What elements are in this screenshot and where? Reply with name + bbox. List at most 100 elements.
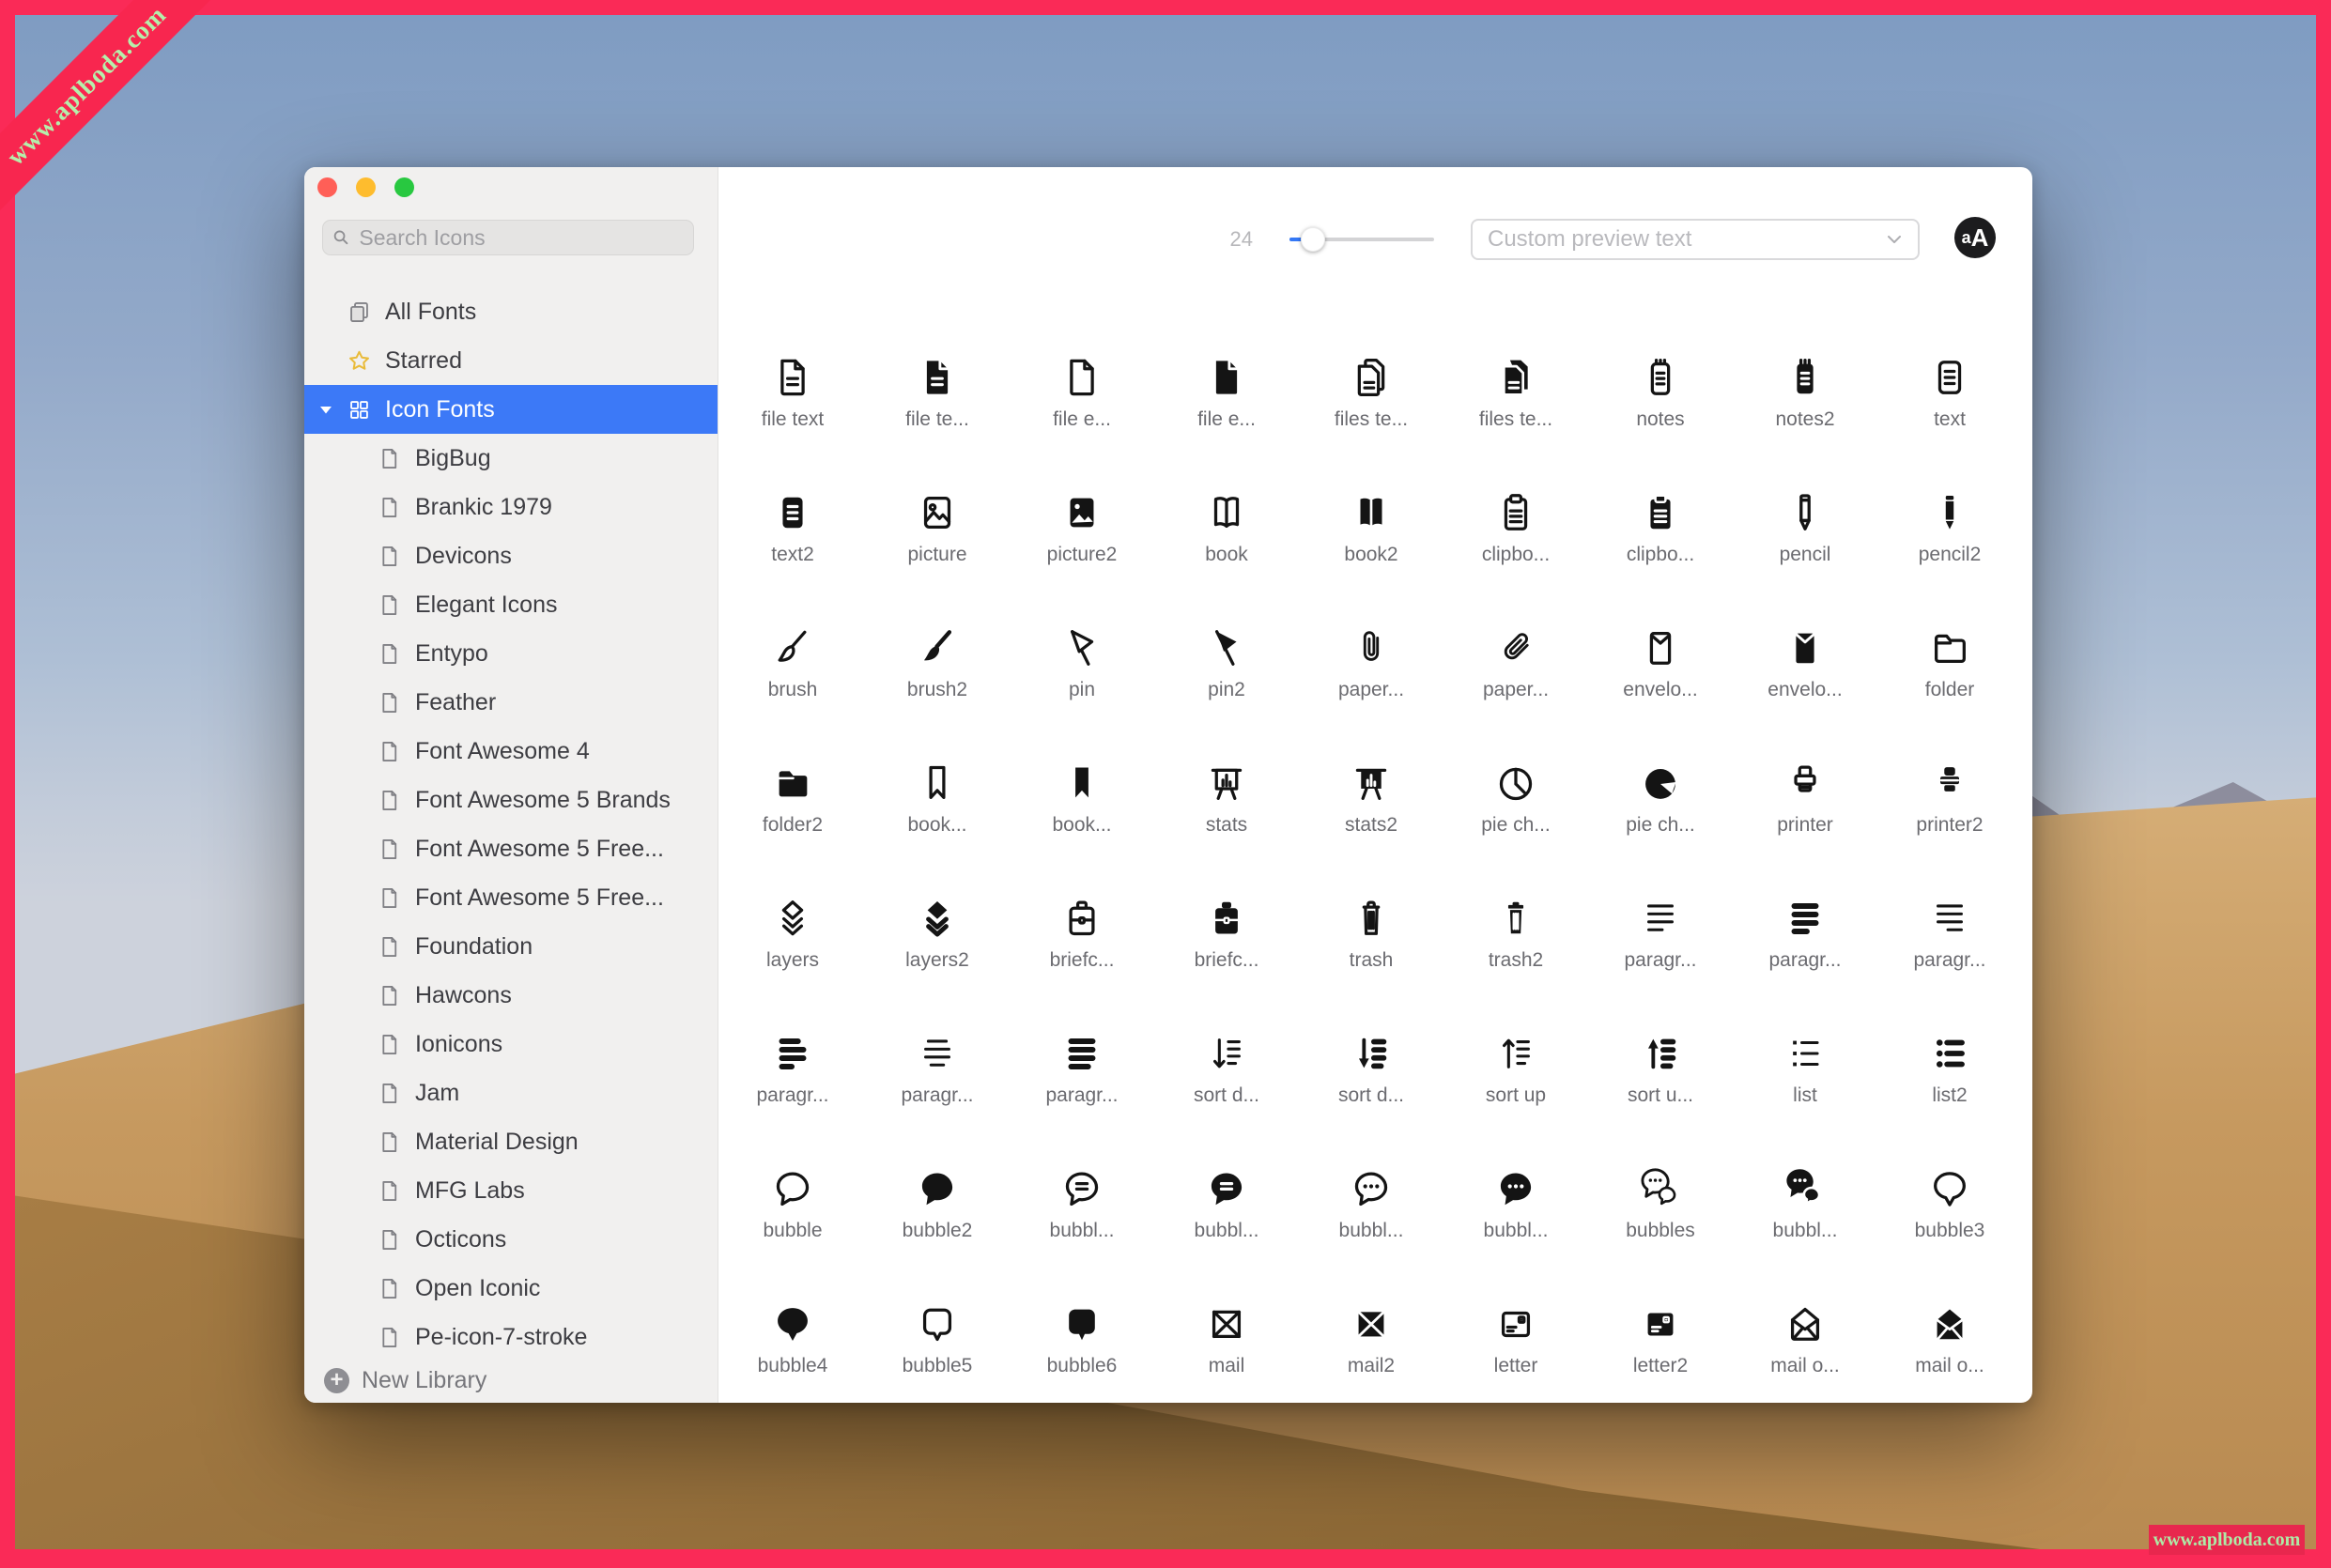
grid-item-paragr[interactable]: paragr... — [865, 1028, 1010, 1163]
grid-item-paragr[interactable]: paragr... — [1010, 1028, 1154, 1163]
sidebar-item-ionicons[interactable]: Ionicons — [304, 1020, 718, 1068]
slider-thumb[interactable] — [1301, 227, 1325, 252]
sidebar-item-foundation[interactable]: Foundation — [304, 922, 718, 971]
sidebar-item-mfg-labs[interactable]: MFG Labs — [304, 1166, 718, 1215]
grid-item-sort-u[interactable]: sort u... — [1588, 1028, 1733, 1163]
grid-item-mail[interactable]: mail — [1154, 1299, 1299, 1434]
grid-item-stats[interactable]: stats — [1154, 758, 1299, 893]
sidebar-item-hawcons[interactable]: Hawcons — [304, 971, 718, 1020]
grid-item-bubbl[interactable]: bubbl... — [1010, 1163, 1154, 1299]
sidebar-item-jam[interactable]: Jam — [304, 1068, 718, 1117]
grid-item-pencil2[interactable]: pencil2 — [1877, 487, 2022, 623]
grid-item-mail-o[interactable]: mail o... — [1733, 1299, 1877, 1434]
grid-item-trash2[interactable]: trash2 — [1443, 893, 1588, 1028]
grid-item-envelo[interactable]: envelo... — [1588, 623, 1733, 758]
grid-item-bubbles[interactable]: bubbles — [1588, 1163, 1733, 1299]
grid-item-paper[interactable]: paper... — [1299, 623, 1443, 758]
grid-item-briefc[interactable]: briefc... — [1010, 893, 1154, 1028]
grid-item-notes2[interactable]: notes2 — [1733, 352, 1877, 487]
grid-item-bubble5[interactable]: bubble5 — [865, 1299, 1010, 1434]
sidebar-item-icon-fonts[interactable]: Icon Fonts — [304, 385, 718, 434]
search-field[interactable] — [322, 220, 694, 255]
grid-item-mail2[interactable]: mail2 — [1299, 1299, 1443, 1434]
grid-item-list2[interactable]: list2 — [1877, 1028, 2022, 1163]
grid-item-bubble6[interactable]: bubble6 — [1010, 1299, 1154, 1434]
grid-item-brush[interactable]: brush — [720, 623, 865, 758]
grid-item-letter[interactable]: letter — [1443, 1299, 1588, 1434]
grid-item-list[interactable]: list — [1733, 1028, 1877, 1163]
grid-item-file-te[interactable]: file te... — [865, 352, 1010, 487]
sidebar-item-open-iconic[interactable]: Open Iconic — [304, 1264, 718, 1313]
sidebar-item-brankic-1979[interactable]: Brankic 1979 — [304, 483, 718, 531]
grid-item-file-e[interactable]: file e... — [1010, 352, 1154, 487]
grid-item-layers[interactable]: layers — [720, 893, 865, 1028]
grid-item-pin[interactable]: pin — [1010, 623, 1154, 758]
zoom-button[interactable] — [394, 177, 414, 197]
sidebar-item-all-fonts[interactable]: All Fonts — [304, 287, 718, 336]
grid-item-pie-ch[interactable]: pie ch... — [1443, 758, 1588, 893]
sidebar-item-material-design[interactable]: Material Design — [304, 1117, 718, 1166]
grid-item-files-te[interactable]: files te... — [1443, 352, 1588, 487]
grid-item-folder2[interactable]: folder2 — [720, 758, 865, 893]
search-input[interactable] — [357, 224, 684, 252]
grid-item-picture2[interactable]: picture2 — [1010, 487, 1154, 623]
close-button[interactable] — [317, 177, 337, 197]
grid-item-mail-o[interactable]: mail o... — [1877, 1299, 2022, 1434]
grid-item-paragr[interactable]: paragr... — [1733, 893, 1877, 1028]
grid-item-book[interactable]: book — [1154, 487, 1299, 623]
grid-item-text2[interactable]: text2 — [720, 487, 865, 623]
disclosure-triangle-icon[interactable] — [319, 406, 332, 414]
sidebar-item-devicons[interactable]: Devicons — [304, 531, 718, 580]
font-size-button[interactable]: aA — [1954, 217, 1996, 258]
grid-item-bubble[interactable]: bubble — [720, 1163, 865, 1299]
grid-item-notes[interactable]: notes — [1588, 352, 1733, 487]
sidebar-item-font-awesome-4[interactable]: Font Awesome 4 — [304, 727, 718, 776]
minimize-button[interactable] — [356, 177, 376, 197]
grid-item-letter2[interactable]: letter2 — [1588, 1299, 1733, 1434]
grid-item-bubbl[interactable]: bubbl... — [1299, 1163, 1443, 1299]
grid-item-stats2[interactable]: stats2 — [1299, 758, 1443, 893]
grid-item-file-text[interactable]: file text — [720, 352, 865, 487]
grid-item-sort-d[interactable]: sort d... — [1299, 1028, 1443, 1163]
sidebar-item-octicons[interactable]: Octicons — [304, 1215, 718, 1264]
sidebar-item-font-awesome-5-free[interactable]: Font Awesome 5 Free... — [304, 824, 718, 873]
grid-item-bubbl[interactable]: bubbl... — [1154, 1163, 1299, 1299]
sidebar-item-bigbug[interactable]: BigBug — [304, 434, 718, 483]
grid-item-sort-d[interactable]: sort d... — [1154, 1028, 1299, 1163]
grid-item-bubble3[interactable]: bubble3 — [1877, 1163, 2022, 1299]
sidebar-item-starred[interactable]: Starred — [304, 336, 718, 385]
grid-item-bubble2[interactable]: bubble2 — [865, 1163, 1010, 1299]
grid-item-pencil[interactable]: pencil — [1733, 487, 1877, 623]
sidebar-item-font-awesome-5-brands[interactable]: Font Awesome 5 Brands — [304, 776, 718, 824]
grid-item-book2[interactable]: book2 — [1299, 487, 1443, 623]
grid-item-file-e[interactable]: file e... — [1154, 352, 1299, 487]
grid-item-clipbo[interactable]: clipbo... — [1588, 487, 1733, 623]
sidebar-item-feather[interactable]: Feather — [304, 678, 718, 727]
grid-item-files-te[interactable]: files te... — [1299, 352, 1443, 487]
grid-item-book[interactable]: book... — [865, 758, 1010, 893]
icon-size-slider[interactable] — [1289, 227, 1434, 252]
grid-item-printer2[interactable]: printer2 — [1877, 758, 2022, 893]
grid-item-picture[interactable]: picture — [865, 487, 1010, 623]
grid-item-pin2[interactable]: pin2 — [1154, 623, 1299, 758]
grid-item-folder[interactable]: folder — [1877, 623, 2022, 758]
grid-item-clipbo[interactable]: clipbo... — [1443, 487, 1588, 623]
grid-item-paper[interactable]: paper... — [1443, 623, 1588, 758]
new-library-button[interactable]: + New Library — [304, 1358, 718, 1403]
grid-item-layers2[interactable]: layers2 — [865, 893, 1010, 1028]
sidebar-item-pe-icon-7-stroke[interactable]: Pe-icon-7-stroke — [304, 1313, 718, 1361]
grid-item-paragr[interactable]: paragr... — [720, 1028, 865, 1163]
grid-item-trash[interactable]: trash — [1299, 893, 1443, 1028]
grid-item-briefc[interactable]: briefc... — [1154, 893, 1299, 1028]
grid-item-sort-up[interactable]: sort up — [1443, 1028, 1588, 1163]
grid-item-printer[interactable]: printer — [1733, 758, 1877, 893]
grid-item-bubble4[interactable]: bubble4 — [720, 1299, 865, 1434]
grid-item-text[interactable]: text — [1877, 352, 2022, 487]
grid-item-brush2[interactable]: brush2 — [865, 623, 1010, 758]
grid-item-paragr[interactable]: paragr... — [1588, 893, 1733, 1028]
grid-item-bubbl[interactable]: bubbl... — [1443, 1163, 1588, 1299]
grid-item-paragr[interactable]: paragr... — [1877, 893, 2022, 1028]
grid-item-pie-ch[interactable]: pie ch... — [1588, 758, 1733, 893]
sidebar-item-font-awesome-5-free[interactable]: Font Awesome 5 Free... — [304, 873, 718, 922]
grid-item-bubbl[interactable]: bubbl... — [1733, 1163, 1877, 1299]
